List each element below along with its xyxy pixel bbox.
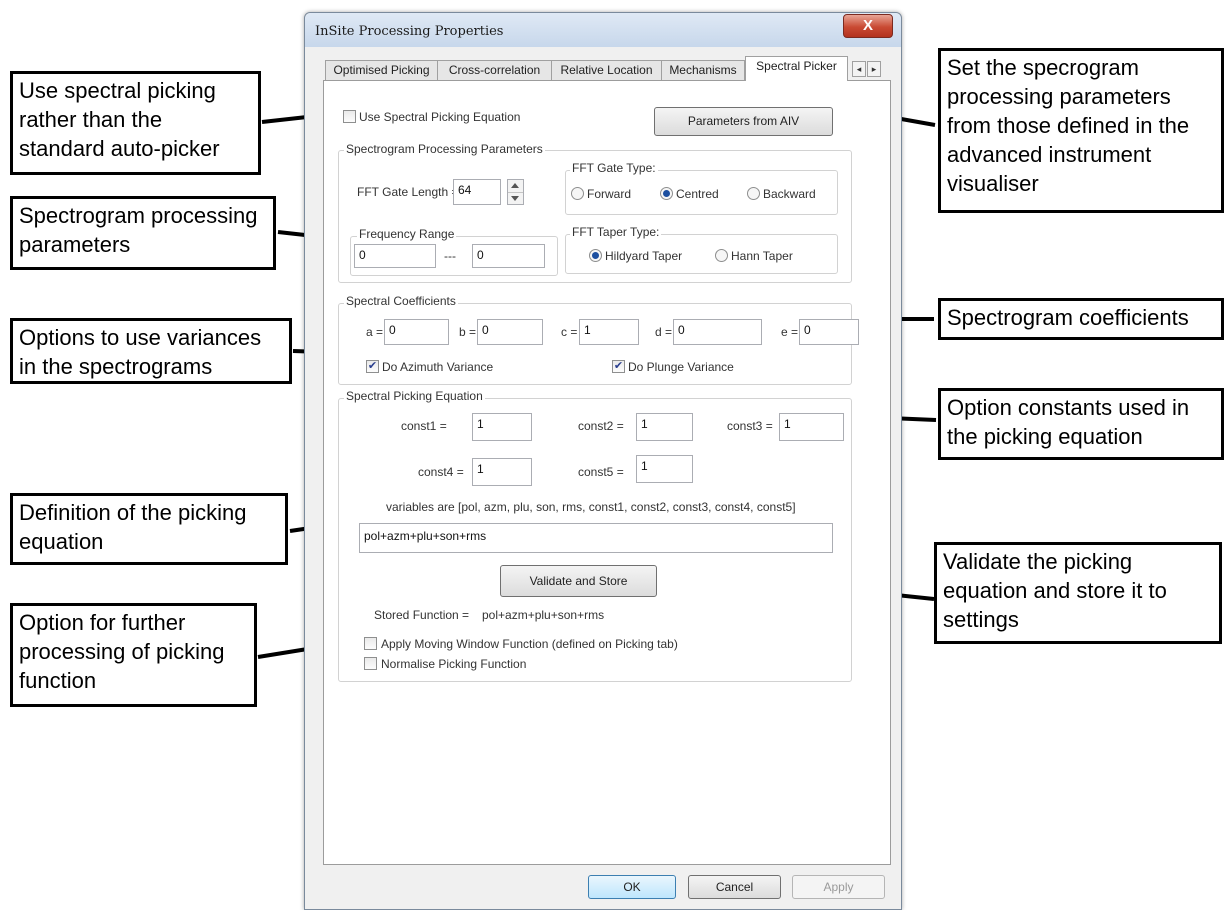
azimuth-variance-label: Do Azimuth Variance [382, 360, 494, 374]
coef-b-input[interactable]: 0 [477, 319, 543, 345]
const3-input[interactable]: 1 [779, 413, 844, 441]
callout-use-spectral: Use spectral picking rather than the sta… [10, 71, 261, 175]
tab-optimised-picking[interactable]: Optimised Picking [325, 60, 438, 80]
validate-and-store-button[interactable]: Validate and Store [500, 565, 657, 597]
spin-up-icon[interactable] [511, 183, 519, 188]
tab-relative-location[interactable]: Relative Location [551, 60, 662, 80]
stored-function-label: Stored Function = [374, 608, 470, 622]
plunge-variance-label: Do Plunge Variance [628, 360, 734, 374]
callout-validate: Validate the picking equation and store … [934, 542, 1222, 644]
coef-e-input[interactable]: 0 [799, 319, 859, 345]
moving-window-label: Apply Moving Window Function (defined on… [381, 637, 678, 651]
fft-gate-length-spinner[interactable] [507, 179, 524, 205]
const3-label: const3 = [727, 419, 773, 433]
callout-constants: Option constants used in the picking equ… [938, 388, 1224, 460]
const1-label: const1 = [401, 419, 447, 433]
fft-gate-type-legend: FFT Gate Type: [570, 161, 658, 175]
gate-forward-radio[interactable] [571, 187, 584, 200]
gate-backward-label: Backward [763, 187, 816, 201]
callout-definition: Definition of the picking equation [10, 493, 288, 565]
close-button[interactable]: X [843, 14, 893, 38]
tab-scroll-right-icon[interactable]: ▸ [867, 61, 881, 77]
taper-hildyard-radio[interactable] [589, 249, 602, 262]
tab-scroll-left-icon[interactable]: ◂ [852, 61, 866, 77]
use-spectral-label: Use Spectral Picking Equation [359, 110, 521, 124]
normalise-checkbox[interactable] [364, 657, 377, 670]
properties-dialog: InSite Processing Properties X Optimised… [304, 12, 902, 910]
taper-hann-radio[interactable] [715, 249, 728, 262]
coef-a-input[interactable]: 0 [384, 319, 449, 345]
const1-input[interactable]: 1 [472, 413, 532, 441]
const2-input[interactable]: 1 [636, 413, 693, 441]
fft-gate-length-input[interactable]: 64 [453, 179, 501, 205]
normalise-label: Normalise Picking Function [381, 657, 527, 671]
coef-c-input[interactable]: 1 [579, 319, 639, 345]
callout-aiv: Set the specrogram processing parameters… [938, 48, 1224, 213]
spin-down-icon[interactable] [511, 196, 519, 201]
callout-further-processing: Option for further processing of picking… [10, 603, 257, 707]
plunge-variance-checkbox[interactable]: ✔ [612, 360, 625, 373]
use-spectral-checkbox[interactable] [343, 110, 356, 123]
coef-c-label: c = [561, 325, 578, 339]
frequency-min-input[interactable]: 0 [354, 244, 436, 268]
const5-input[interactable]: 1 [636, 455, 693, 483]
const2-label: const2 = [578, 419, 624, 433]
taper-hann-label: Hann Taper [731, 249, 793, 263]
callout-spectrogram-params: Spectrogram processing parameters [10, 196, 276, 270]
coef-d-input[interactable]: 0 [673, 319, 762, 345]
variables-hint: variables are [pol, azm, plu, son, rms, … [386, 500, 796, 514]
fft-taper-type-legend: FFT Taper Type: [570, 225, 662, 239]
frequency-range-legend: Frequency Range [357, 227, 457, 241]
coef-e-label: e = [781, 325, 799, 339]
coef-a-label: a = [366, 325, 384, 339]
tab-spectral-picker[interactable]: Spectral Picker [745, 56, 848, 81]
gate-forward-label: Forward [587, 187, 632, 201]
azimuth-variance-checkbox[interactable]: ✔ [366, 360, 379, 373]
ok-button[interactable]: OK [588, 875, 676, 899]
spectral-coefficients-legend: Spectral Coefficients [344, 294, 458, 308]
coef-d-label: d = [655, 325, 673, 339]
fft-gate-length-label: FFT Gate Length = [357, 185, 459, 199]
frequency-separator: --- [444, 249, 456, 263]
coef-b-label: b = [459, 325, 477, 339]
const4-label: const4 = [418, 465, 464, 479]
tab-mechanisms[interactable]: Mechanisms [661, 60, 745, 80]
gate-backward-radio[interactable] [747, 187, 760, 200]
picking-equation-input[interactable]: pol+azm+plu+son+rms [359, 523, 833, 553]
spin-divider [508, 192, 523, 193]
spectrogram-params-legend: Spectrogram Processing Parameters [344, 142, 545, 156]
spectral-picker-panel: Use Spectral Picking Equation Parameters… [323, 80, 891, 865]
window-title: InSite Processing Properties [315, 24, 504, 39]
callout-coefficients: Spectrogram coefficients [938, 298, 1224, 340]
stored-function-value: pol+azm+plu+son+rms [482, 608, 605, 622]
const4-input[interactable]: 1 [472, 458, 532, 486]
moving-window-checkbox[interactable] [364, 637, 377, 650]
cancel-button[interactable]: Cancel [688, 875, 781, 899]
gate-centred-label: Centred [676, 187, 719, 201]
taper-hildyard-label: Hildyard Taper [605, 249, 683, 263]
callout-variances: Options to use variances in the spectrog… [10, 318, 292, 384]
frequency-max-input[interactable]: 0 [472, 244, 545, 268]
const5-label: const5 = [578, 465, 624, 479]
tab-cross-correlation[interactable]: Cross-correlation [437, 60, 552, 80]
gate-centred-radio[interactable] [660, 187, 673, 200]
title-bar: InSite Processing Properties X [305, 13, 901, 47]
parameters-from-aiv-button[interactable]: Parameters from AIV [654, 107, 833, 136]
apply-button[interactable]: Apply [792, 875, 885, 899]
picking-equation-legend: Spectral Picking Equation [344, 389, 485, 403]
